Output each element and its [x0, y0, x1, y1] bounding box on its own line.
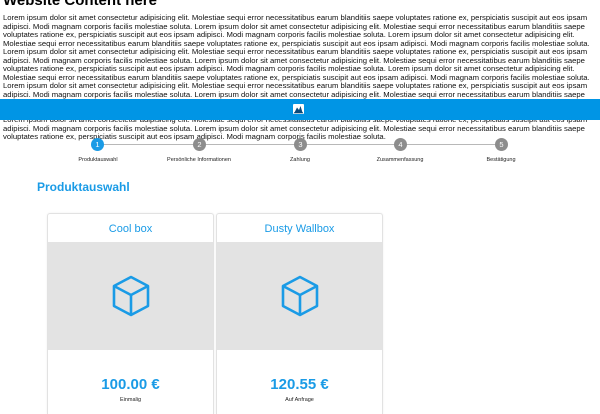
logo-icon[interactable] — [293, 104, 304, 114]
product-price: 120.55 € — [270, 376, 329, 393]
step-1-circle[interactable]: 1 — [91, 138, 104, 151]
product-card-dusty-wallbox[interactable]: Dusty Wallbox 120.55 € Auf Anfrage — [216, 213, 383, 414]
step-1-label: Produktauswahl — [78, 157, 118, 163]
section-title: Produktauswahl — [37, 180, 130, 194]
placeholder-text: Lorem ipsum dolor sit amet consectetur a… — [3, 13, 590, 141]
product-price: 100.00 € — [101, 376, 160, 393]
step-5-circle[interactable]: 5 — [495, 138, 508, 151]
product-image — [217, 242, 382, 350]
step-2-circle[interactable]: 2 — [193, 138, 206, 151]
product-name: Dusty Wallbox — [264, 223, 335, 235]
product-billing: Einmalig — [119, 397, 142, 403]
step-3-circle[interactable]: 3 — [294, 138, 307, 151]
product-card-cool-box[interactable]: Cool box 100.00 € Einmalig — [47, 213, 214, 414]
product-billing: Auf Anfrage — [285, 397, 314, 403]
site-title: Website Content here — [3, 0, 157, 9]
product-name: Cool box — [108, 223, 153, 235]
progress-stepper: 1 Produktauswahl 2 Persönliche Informati… — [0, 136, 600, 166]
step-2-label: Persönliche Informationen — [167, 157, 231, 163]
box-icon — [281, 275, 319, 317]
step-4-label: Zusammenfassung — [376, 157, 424, 163]
step-3-label: Zahlung — [290, 157, 310, 163]
step-5-label: Bestätigung — [486, 157, 516, 163]
product-image — [48, 242, 213, 350]
box-icon — [112, 275, 150, 317]
step-4-circle[interactable]: 4 — [394, 138, 407, 151]
